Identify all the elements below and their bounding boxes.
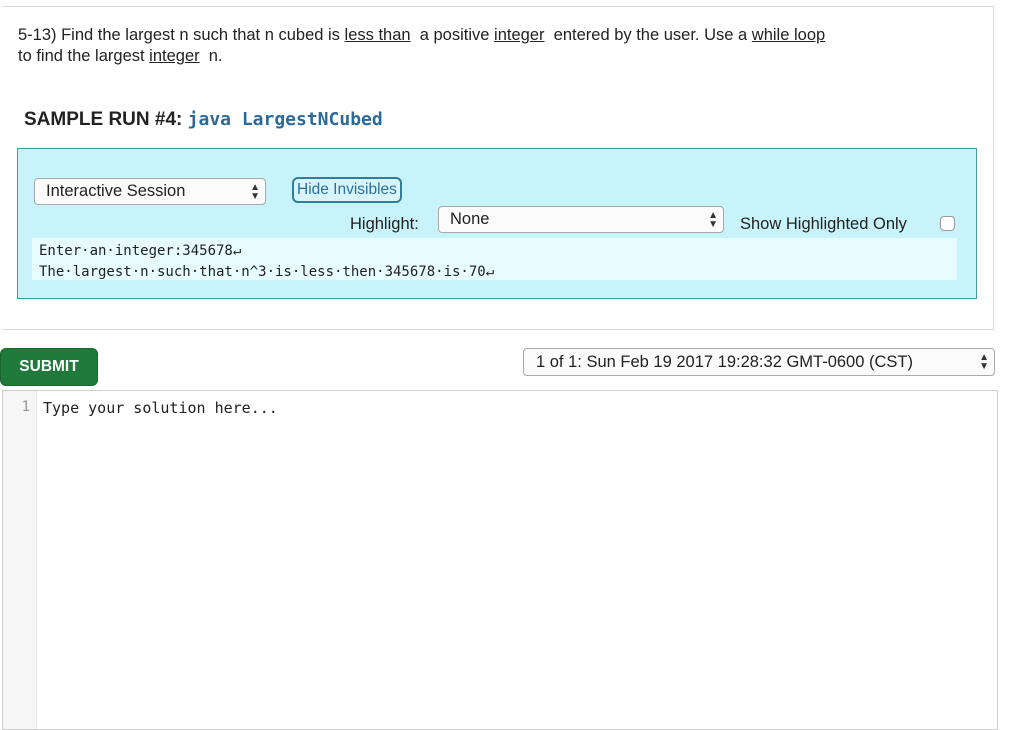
problem-card: 5-13) Find the largest n such that n cub… [2,6,994,330]
show-highlighted-only-checkbox[interactable] [940,216,955,231]
problem-text-middle2: entered by the user. Use a [544,26,752,44]
console-line-1: Enter·an·integer:345678↵ [39,243,242,259]
sample-run-command: java LargestNCubed [187,109,383,130]
link-while-loop[interactable]: while loop [752,26,825,44]
submission-version-select[interactable]: 1 of 1: Sun Feb 19 2017 19:28:32 GMT-060… [523,348,995,376]
show-highlighted-only-label: Show Highlighted Only [740,215,907,233]
highlight-select[interactable]: None ▲ ▼ [438,206,724,233]
link-integer-2[interactable]: integer [149,47,199,65]
highlight-select-value: None [450,210,490,228]
select-arrows-icon: ▲ ▼ [250,181,260,202]
line-number: 1 [21,399,30,415]
session-console-output: Enter·an·integer:345678↵ The·largest·n·s… [32,238,957,280]
line-number-gutter: 1 [3,391,37,729]
link-less-than[interactable]: less than [345,26,411,44]
problem-text-middle1: a positive [410,26,495,44]
select-arrows-icon: ▲ ▼ [979,352,989,372]
problem-text-suffix: n. [199,47,223,65]
hide-invisibles-label: Hide Invisibles [297,181,397,198]
session-mode-value: Interactive Session [46,182,186,200]
problem-text-prefix: 5-13) Find the largest n such that n cub… [18,26,345,44]
problem-statement: 5-13) Find the largest n such that n cub… [18,25,978,67]
link-integer[interactable]: integer [494,26,544,44]
hide-invisibles-button[interactable]: Hide Invisibles [292,177,402,203]
problem-text-line2: to find the largest [18,47,150,65]
submission-version-value: 1 of 1: Sun Feb 19 2017 19:28:32 GMT-060… [536,353,913,371]
select-arrows-icon: ▲ ▼ [708,209,718,230]
session-mode-select[interactable]: Interactive Session ▲ ▼ [34,178,266,205]
code-editor[interactable]: 1 Type your solution here... [2,390,998,730]
submit-button[interactable]: SUBMIT [0,348,98,386]
console-line-2: The·largest·n·such·that·n^3·is·less·then… [39,264,495,280]
sample-run-heading: SAMPLE RUN #4: java LargestNCubed [24,109,383,131]
highlight-label: Highlight: [350,215,419,233]
submit-label: SUBMIT [19,358,79,375]
interactive-session-panel: Interactive Session ▲ ▼ Hide Invisibles H… [17,148,977,299]
editor-content[interactable]: Type your solution here... [43,399,278,417]
sample-run-label: SAMPLE RUN #4: [24,109,183,130]
